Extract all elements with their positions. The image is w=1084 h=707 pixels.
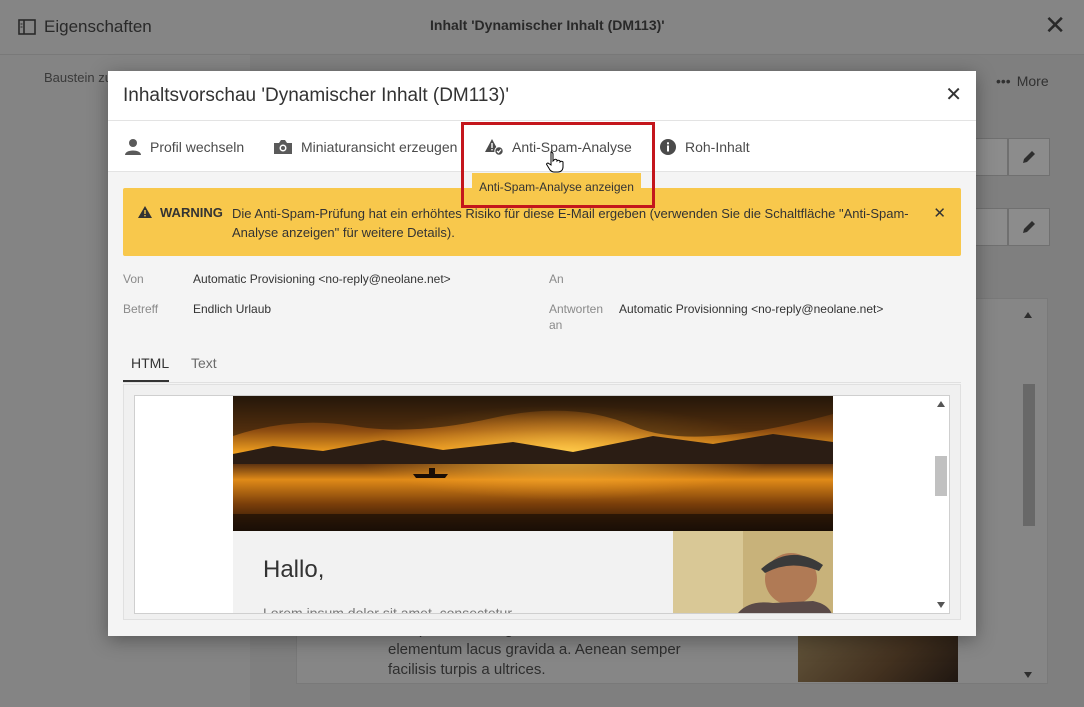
warning-label: WARNING [160,205,223,220]
switch-profile-button[interactable]: Profil wechseln [124,121,244,172]
from-value: Automatic Provisioning <no-reply@neolane… [193,272,451,286]
raw-content-label: Roh-Inhalt [685,138,750,155]
preview-scroll-up-icon[interactable] [937,401,945,407]
warning-check-icon [485,138,504,156]
raw-content-button[interactable]: Roh-Inhalt [659,121,750,172]
warning-icon [138,206,152,218]
subject-label: Betreff [123,302,159,316]
email-greeting: Hallo, [263,556,325,583]
active-tab-indicator [123,380,169,382]
preview-scroll-down-icon[interactable] [937,602,945,608]
generate-thumbnail-label: Miniaturansicht erzeugen [301,138,458,155]
sunset-lake-image [233,396,833,531]
dialog-title: Inhaltsvorschau 'Dynamischer Inhalt (DM1… [123,85,510,106]
dialog-close-icon[interactable]: ✕ [945,85,962,105]
smiling-man-photo [673,531,833,613]
generate-thumbnail-button[interactable]: Miniaturansicht erzeugen [273,121,457,172]
hand-cursor-icon [546,151,564,173]
warning-text: Die Anti-Spam-Prüfung hat ein erhöhtes R… [232,206,909,240]
email-lorem-text: Lorem ipsum dolor sit amet, consectetur [263,605,512,614]
preview-scroll-thumb[interactable] [935,456,947,496]
from-label: Von [123,272,144,286]
dialog-toolbar: Profil wechseln Miniaturansicht erzeugen… [108,121,976,172]
subject-value: Endlich Urlaub [193,302,272,316]
content-preview-dialog: Inhaltsvorschau 'Dynamischer Inhalt (DM1… [108,71,976,636]
tab-divider [123,382,961,383]
reply-to-value: Automatic Provisionning <no-reply@neolan… [619,302,884,316]
email-body: Hallo, Lorem ipsum dolor sit amet, conse… [233,531,673,614]
reply-to-label-line2: an [549,318,563,332]
user-icon [125,138,141,155]
tab-text[interactable]: Text [191,355,217,371]
info-icon [660,138,676,155]
dialog-header: Inhaltsvorschau 'Dynamischer Inhalt (DM1… [108,71,976,121]
switch-profile-label: Profil wechseln [150,138,245,155]
anti-spam-tooltip: Anti-Spam-Analyse anzeigen [472,173,641,201]
reply-to-label: Antworten [549,302,604,316]
camera-icon [274,139,292,154]
preview-scrollbar[interactable] [933,396,949,613]
anti-spam-analysis-label: Anti-Spam-Analyse [512,138,632,155]
warning-close-icon[interactable]: ✕ [933,204,946,222]
to-label: An [549,272,564,286]
email-preview-frame[interactable]: Hallo, Lorem ipsum dolor sit amet, conse… [134,395,950,614]
tab-html[interactable]: HTML [131,355,169,371]
